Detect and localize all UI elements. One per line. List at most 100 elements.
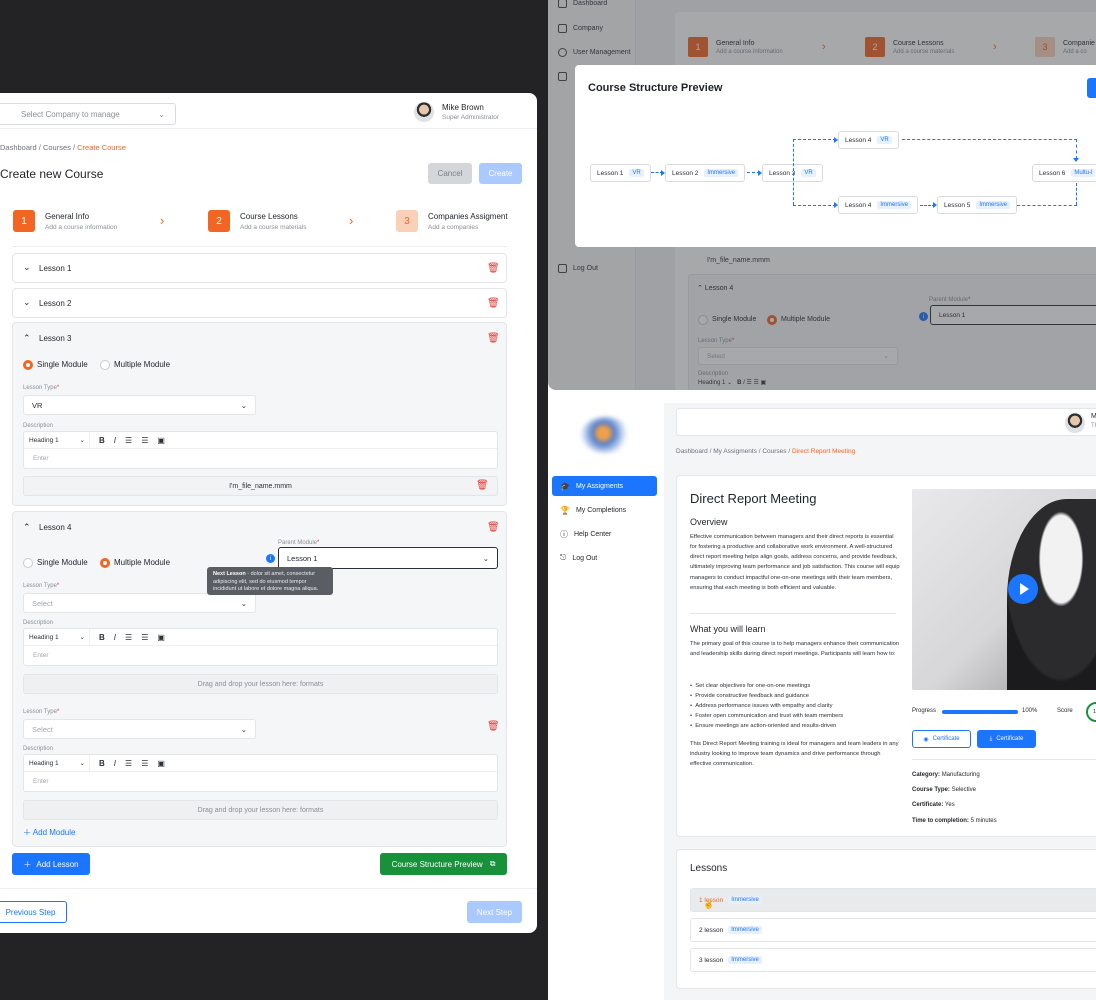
chevron-down-icon: ⌄ xyxy=(23,297,31,307)
italic-icon[interactable]: I xyxy=(114,759,116,768)
certificate-meta: Certificate: Yes xyxy=(912,802,955,808)
download-certificate-button[interactable]: ⤓ Certificate xyxy=(977,730,1036,748)
lesson-row[interactable]: ⌄ Lesson 2 🗑 xyxy=(12,288,507,318)
sidebar-item-my-completions[interactable]: 🏆 My Completions xyxy=(552,500,657,520)
italic-icon[interactable]: I xyxy=(114,633,116,642)
chevron-down-icon: ⌄ xyxy=(482,553,489,563)
learn-list-item: • Provide constructive feedback and guid… xyxy=(690,693,810,699)
avatar[interactable] xyxy=(1065,413,1085,433)
previous-step-button[interactable]: Previous Step xyxy=(0,901,67,923)
flow-connector xyxy=(793,139,794,205)
step-general-info[interactable]: 1 General Info Add a course information xyxy=(13,210,117,232)
chevron-up-icon[interactable]: ⌃ xyxy=(23,333,31,344)
trash-icon[interactable]: 🗑 xyxy=(476,480,489,491)
description-label: Description xyxy=(23,746,54,752)
user-profile[interactable]: Mike Brown Super Administrator xyxy=(414,102,499,122)
view-certificate-button[interactable]: ◉ Certificate xyxy=(912,730,971,748)
learn-list-item: • Ensure meetings are action-oriented an… xyxy=(690,723,837,729)
bold-icon[interactable]: B xyxy=(99,633,105,642)
play-icon[interactable] xyxy=(1008,574,1038,604)
learn-heading: What you will learn xyxy=(690,624,766,634)
page-title: Create new Course xyxy=(0,167,104,181)
cancel-button[interactable]: Cancel xyxy=(428,163,472,184)
structure-preview-button[interactable]: Course Structure Preview ⧉ xyxy=(380,853,507,875)
bold-icon[interactable]: B xyxy=(99,759,105,768)
editor-toolbar: Heading 1 ⌄ B I ☰ ☰ ▣ xyxy=(24,431,497,449)
image-icon[interactable]: ▣ xyxy=(157,436,165,445)
info-icon[interactable]: i xyxy=(266,554,275,563)
lesson-type-select[interactable]: Select ⌄ xyxy=(23,719,256,739)
numbered-list-icon[interactable]: ☰ xyxy=(141,633,148,642)
bold-icon[interactable]: B xyxy=(99,436,105,445)
trash-icon[interactable]: 🗑 xyxy=(487,333,500,344)
flow-node[interactable]: Lesson 4 Immersive xyxy=(838,196,919,214)
logout-icon: ⎋ xyxy=(560,553,567,562)
chevron-up-icon[interactable]: ⌃ xyxy=(23,522,31,533)
trash-icon[interactable]: 🗑 xyxy=(487,298,500,309)
flow-node[interactable]: Lesson 5 Immersive xyxy=(937,196,1018,214)
flow-node[interactable]: Lesson 6 Multu-l xyxy=(1032,164,1096,182)
heading-select[interactable]: Heading 1 ⌄ xyxy=(24,628,90,646)
bullet-list-icon[interactable]: ☰ xyxy=(125,759,132,768)
learner-sidebar: 🎓 My Assigments 🏆 My Completions ⓘ Help Cen… xyxy=(548,403,664,1000)
flow-node[interactable]: Lesson 1 VR xyxy=(590,164,651,182)
time-meta: Time to completion: 5 minutes xyxy=(912,818,997,824)
image-icon[interactable]: ▣ xyxy=(157,759,165,768)
sidebar-item-my-assigments[interactable]: 🎓 My Assigments xyxy=(552,476,657,496)
trash-icon[interactable]: 🗑 xyxy=(487,522,500,533)
lesson-title: Lesson 3 xyxy=(39,334,72,343)
arrow-down-icon xyxy=(1073,158,1079,162)
bullet-list-icon[interactable]: ☰ xyxy=(125,436,132,445)
lesson-dropzone[interactable]: Drag and drop your lesson here: formats xyxy=(23,800,498,820)
progress-label: Progress xyxy=(912,708,937,714)
description-editor[interactable]: Heading 1 ⌄ B I ☰ ☰ ▣ Enter xyxy=(23,431,498,469)
parent-module-select[interactable]: Lesson 1 ⌄ xyxy=(278,547,498,569)
lesson-list-item[interactable]: 2 lesson Immersive xyxy=(690,918,1096,942)
description-editor[interactable]: Heading 1 ⌄ B I ☰ ☰ ▣ Enter xyxy=(23,628,498,666)
sidebar-item-help-center[interactable]: ⓘ Help Center xyxy=(552,524,657,544)
multiple-module-radio[interactable]: Multiple Module xyxy=(100,554,170,572)
bullet-list-icon[interactable]: ☰ xyxy=(125,633,132,642)
step-number: 1 xyxy=(13,210,35,232)
create-button[interactable]: Create xyxy=(479,163,522,184)
plus-icon: ＋ xyxy=(23,828,31,837)
flow-node[interactable]: Lesson 4 VR xyxy=(838,131,899,149)
lesson-dropzone[interactable]: Drag and drop your lesson here: formats xyxy=(23,674,498,694)
flow-node[interactable]: Lesson 2 Immersive xyxy=(665,164,746,182)
lesson-type-select[interactable]: VR ⌄ xyxy=(23,395,256,415)
description-editor[interactable]: Heading 1 ⌄ B I ☰ ☰ ▣ Enter xyxy=(23,754,498,792)
lesson-list-item[interactable]: 1 lesson Immersive ☝ xyxy=(690,888,1096,912)
company-select[interactable]: Select Company to manage ⌄ xyxy=(0,103,176,125)
editor-toolbar: Heading 1 ⌄ B I ☰ ☰ ▣ xyxy=(24,754,497,772)
trash-icon[interactable]: 🗑 xyxy=(487,721,500,732)
heading-select[interactable]: Heading 1 ⌄ xyxy=(24,754,90,772)
single-module-radio[interactable]: Single Module xyxy=(23,356,88,374)
numbered-list-icon[interactable]: ☰ xyxy=(141,759,148,768)
lesson-row[interactable]: ⌄ Lesson 1 🗑 xyxy=(12,253,507,283)
lesson-type-select[interactable]: Select ⌄ xyxy=(23,593,256,613)
flow-connector xyxy=(1076,183,1077,205)
step-course-lessons[interactable]: 2 Course Lessons Add a course materials xyxy=(208,210,306,232)
add-lesson-button[interactable]: ＋ Add Lesson xyxy=(12,853,90,875)
user-name: Mike Brown xyxy=(442,103,484,112)
lesson-list-item[interactable]: 3 lesson Immersive xyxy=(690,948,1096,972)
lesson-panel-4: ⌃ Lesson 4 🗑 Single Module Multiple Modu… xyxy=(12,511,507,847)
arrow-icon xyxy=(834,202,838,208)
italic-icon[interactable]: I xyxy=(114,436,116,445)
add-module-button[interactable]: ＋ Add Module xyxy=(23,827,75,838)
company-logo xyxy=(581,417,631,453)
progress-value: 100% xyxy=(1022,708,1038,714)
numbered-list-icon[interactable]: ☰ xyxy=(141,436,148,445)
single-module-radio[interactable]: Single Module xyxy=(23,554,88,572)
multiple-module-radio[interactable]: Multiple Module xyxy=(100,356,170,374)
modal-close-button[interactable] xyxy=(1087,78,1096,98)
step-number: 2 xyxy=(208,210,230,232)
step-sub: Add a course information xyxy=(45,223,118,231)
image-icon[interactable]: ▣ xyxy=(157,633,165,642)
sidebar-item-logout[interactable]: ⎋ Log Out xyxy=(552,548,657,568)
step-companies[interactable]: 3 Companies Assigment Add a companies xyxy=(396,210,508,232)
course-video[interactable] xyxy=(912,489,1096,690)
heading-select[interactable]: Heading 1 ⌄ xyxy=(24,431,90,449)
trash-icon[interactable]: 🗑 xyxy=(487,263,500,274)
next-step-button[interactable]: Next Step xyxy=(467,901,522,923)
